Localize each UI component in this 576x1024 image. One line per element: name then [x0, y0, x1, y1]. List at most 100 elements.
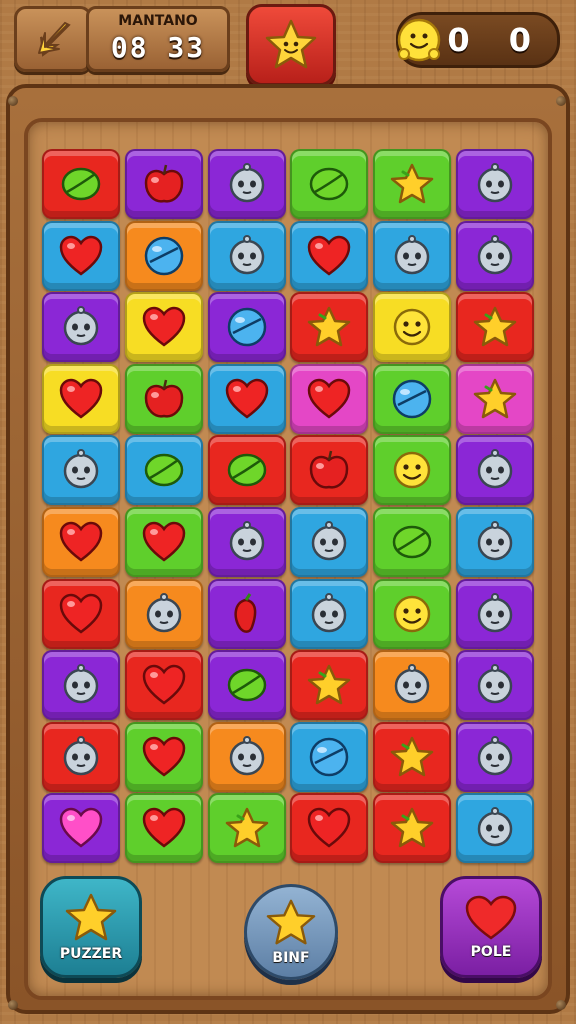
tile-blue[interactable] — [290, 220, 369, 291]
tile-magenta[interactable] — [456, 363, 534, 434]
nail-icon — [8, 1000, 18, 1010]
tile-red[interactable] — [290, 650, 369, 721]
tile-purple[interactable] — [456, 149, 534, 219]
tile-orange[interactable] — [373, 650, 452, 721]
tile-blue[interactable] — [290, 507, 369, 577]
robot-face-icon — [394, 234, 430, 274]
star-icon — [225, 808, 268, 848]
tile-purple[interactable] — [207, 149, 286, 219]
tile-blue[interactable] — [373, 220, 452, 291]
heart-icon — [142, 521, 186, 562]
smiley-coin-icon — [397, 18, 441, 62]
tile-blue[interactable] — [290, 721, 369, 792]
tile-orange[interactable] — [124, 220, 203, 291]
leaf-icon — [144, 454, 184, 487]
tile-blue[interactable] — [456, 507, 534, 577]
tile-green[interactable] — [124, 507, 203, 577]
tile-purple[interactable] — [42, 292, 120, 363]
tile-purple[interactable] — [42, 793, 120, 864]
tile-purple[interactable] — [456, 578, 534, 649]
candy-disc-icon — [392, 379, 432, 419]
tile-purple[interactable] — [456, 220, 534, 291]
tile-orange[interactable] — [207, 721, 286, 792]
heart-icon — [225, 378, 268, 419]
pole-button[interactable]: POLE — [440, 876, 542, 978]
tile-green[interactable] — [373, 363, 452, 434]
star-menu-button[interactable] — [246, 4, 336, 86]
tile-red[interactable] — [42, 721, 120, 792]
tile-purple[interactable] — [456, 721, 534, 792]
tile-red[interactable] — [207, 435, 286, 506]
binf-label: BINF — [272, 950, 310, 966]
nail-icon — [556, 96, 566, 106]
tile-yellow[interactable] — [373, 292, 452, 363]
robot-face-icon — [229, 521, 264, 561]
tile-yellow[interactable] — [124, 292, 203, 363]
tile-green[interactable] — [124, 793, 203, 864]
tile-blue[interactable] — [42, 435, 120, 506]
smiling-star-icon — [265, 19, 317, 69]
star-icon — [308, 664, 351, 705]
tile-green[interactable] — [373, 149, 452, 219]
leaf-icon — [227, 454, 266, 487]
tile-purple[interactable] — [124, 149, 203, 219]
tile-orange[interactable] — [42, 507, 120, 577]
tile-purple[interactable] — [207, 650, 286, 721]
tile-red[interactable] — [42, 578, 120, 649]
tile-red[interactable] — [290, 793, 369, 864]
leaf-icon — [227, 668, 266, 702]
tile-blue[interactable] — [207, 220, 286, 291]
tile-red[interactable] — [124, 650, 203, 721]
tile-yellow[interactable] — [42, 363, 120, 434]
tile-purple[interactable] — [207, 507, 286, 577]
tile-magenta[interactable] — [290, 363, 369, 434]
robot-face-icon — [312, 521, 347, 561]
tile-purple[interactable] — [42, 650, 120, 721]
tile-green[interactable] — [124, 721, 203, 792]
tile-green[interactable] — [373, 435, 452, 506]
robot-face-icon — [477, 521, 513, 561]
tile-blue[interactable] — [207, 363, 286, 434]
tile-green[interactable] — [290, 149, 369, 219]
tile-blue[interactable] — [456, 793, 534, 864]
tile-red[interactable] — [290, 292, 369, 363]
tile-green[interactable] — [124, 363, 203, 434]
tile-red[interactable] — [42, 149, 120, 219]
binf-button[interactable]: BINF — [244, 884, 338, 980]
tile-red[interactable] — [456, 292, 534, 363]
tile-blue[interactable] — [42, 220, 120, 291]
robot-face-icon — [477, 735, 513, 776]
tile-purple[interactable] — [456, 435, 534, 506]
robot-face-icon — [477, 234, 513, 274]
star-icon — [390, 808, 434, 848]
back-button[interactable] — [14, 6, 92, 72]
leaf-icon — [310, 167, 349, 201]
smiley-icon — [393, 308, 431, 346]
top-bar: MANTANO 08 33 0 0 — [0, 0, 576, 86]
tile-red[interactable] — [373, 721, 452, 792]
tile-green[interactable] — [373, 578, 452, 649]
tile-green[interactable] — [373, 507, 452, 577]
robot-face-icon — [63, 735, 99, 776]
heart-icon — [142, 664, 186, 705]
smiley-icon — [393, 595, 431, 632]
tile-blue[interactable] — [290, 578, 369, 649]
robot-face-icon — [394, 664, 430, 704]
tile-purple[interactable] — [207, 578, 286, 649]
score-value: 0 0 — [447, 21, 545, 59]
tile-red[interactable] — [373, 793, 452, 864]
heart-icon — [59, 235, 103, 276]
heart-icon — [465, 895, 517, 940]
heart-icon — [308, 235, 351, 276]
puzzer-button[interactable]: PUZZER — [40, 876, 142, 978]
tile-red[interactable] — [290, 435, 369, 506]
tile-green[interactable] — [207, 793, 286, 864]
tile-orange[interactable] — [124, 578, 203, 649]
tile-purple[interactable] — [207, 292, 286, 363]
back-arrow-icon — [38, 21, 71, 57]
tile-blue[interactable] — [124, 435, 203, 506]
robot-face-icon — [477, 592, 513, 632]
tile-purple[interactable] — [456, 650, 534, 721]
robot-face-icon — [477, 449, 513, 489]
pepper-icon — [234, 592, 256, 633]
